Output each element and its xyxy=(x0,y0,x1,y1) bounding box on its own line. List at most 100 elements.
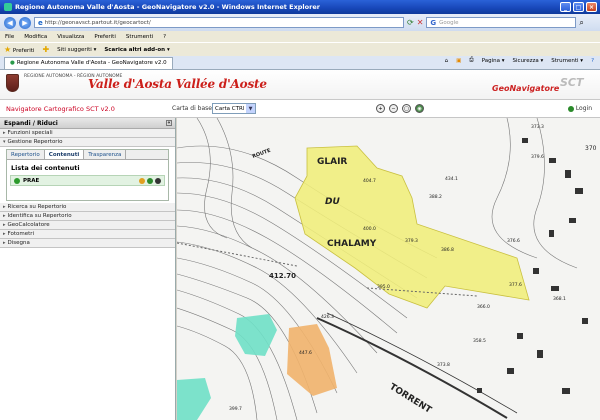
base-map-value: Carta CTRl xyxy=(215,105,245,112)
security-menu[interactable]: Sicurezza ▾ xyxy=(513,58,544,64)
zoom-out-icon[interactable]: − xyxy=(389,104,398,113)
ie-icon xyxy=(4,3,12,11)
search-placeholder: Google xyxy=(439,19,459,26)
elev-label: 379.6 xyxy=(531,154,544,160)
refresh-icon[interactable]: ⟳ xyxy=(407,18,414,27)
app-name: GeoNavigatore xyxy=(492,84,560,93)
elev-label: 386.8 xyxy=(441,247,454,253)
browser-tab[interactable]: ● Regione Autonoma Valle d'Aosta - GeoNa… xyxy=(4,56,173,69)
base-map-select[interactable]: Carta CTRl ▼ xyxy=(212,103,256,114)
menu-visualizza[interactable]: Visualizza xyxy=(57,34,84,40)
elev-label: 395.0 xyxy=(377,284,390,290)
elev-label: 434.1 xyxy=(445,176,458,182)
page-menu[interactable]: Pagina ▾ xyxy=(482,58,505,64)
elev-label: 373.8 xyxy=(437,362,450,368)
search-icon[interactable]: ⌕ xyxy=(579,18,583,28)
maximize-button[interactable]: □ xyxy=(573,2,584,12)
chevron-right-icon: ▸ xyxy=(3,222,6,228)
stop-icon[interactable]: ✕ xyxy=(417,18,424,27)
chevron-right-icon: ▸ xyxy=(3,213,6,219)
print-icon[interactable]: ⎙ xyxy=(469,57,473,64)
fav-item-siti[interactable]: Siti suggeriti ▾ xyxy=(57,47,96,53)
section-label: Identifica su Repertorio xyxy=(7,213,72,219)
menu-help[interactable]: ? xyxy=(163,34,166,40)
add-favorite-icon[interactable]: ✚ xyxy=(42,45,49,54)
elev-label: 388.2 xyxy=(429,194,442,200)
elev-label: 376.6 xyxy=(507,238,520,244)
fav-item-addon[interactable]: Scarica altri add-on ▾ xyxy=(104,47,169,53)
section-label: GeoCalcolatore xyxy=(7,222,50,228)
address-input[interactable]: e http://geonavsct.partout.it/geocartoct… xyxy=(34,17,404,28)
star-icon: ★ xyxy=(4,45,12,54)
section-label: Disegna xyxy=(7,240,30,246)
elev-label: 377.6 xyxy=(509,282,522,288)
menu-file[interactable]: File xyxy=(5,34,14,40)
menu-modifica[interactable]: Modifica xyxy=(24,34,47,40)
section-fotometri[interactable]: ▸ Fotometri xyxy=(0,230,175,239)
tab-repertorio[interactable]: Repertorio xyxy=(7,150,45,159)
url-text: http://geonavsct.partout.it/geocartoct/ xyxy=(44,19,151,26)
layer-visible-icon[interactable] xyxy=(14,177,20,184)
filter-icon[interactable] xyxy=(139,178,145,184)
tab-contenuti[interactable]: Contenuti xyxy=(44,150,85,159)
ie-page-icon: e xyxy=(38,18,43,27)
favorites-button[interactable]: ★ Preferiti xyxy=(4,45,34,54)
search-input[interactable]: G Google xyxy=(426,17,577,28)
list-item[interactable]: PRAE xyxy=(10,175,165,186)
remove-icon[interactable] xyxy=(155,178,161,184)
login-label: Login xyxy=(575,105,592,112)
section-geocalcolatore[interactable]: ▸ GeoCalcolatore xyxy=(0,221,175,230)
window-titlebar: Regione Autonoma Valle d'Aosta - GeoNavi… xyxy=(0,0,600,14)
back-button[interactable]: ◀ xyxy=(4,16,16,29)
navigator-title: Navigatore Cartografico SCT v2.0 xyxy=(6,105,115,113)
feed-icon[interactable]: ▣ xyxy=(456,58,461,64)
user-icon xyxy=(567,105,574,112)
close-button[interactable]: × xyxy=(586,2,597,12)
menu-strumenti[interactable]: Strumenti xyxy=(126,34,153,40)
home-icon[interactable]: ⌂ xyxy=(445,58,449,64)
section-identifica[interactable]: ▸ Identifica su Repertorio xyxy=(0,212,175,221)
browser-tab-bar: ● Regione Autonoma Valle d'Aosta - GeoNa… xyxy=(0,56,600,70)
area-cyan-2[interactable] xyxy=(177,378,211,420)
collapse-icon[interactable]: « xyxy=(166,120,172,126)
repertorio-panel: Repertorio Contenuti Trasparenza Lista d… xyxy=(6,149,169,201)
tab-label: Regione Autonoma Valle d'Aosta - GeoNavi… xyxy=(16,60,167,66)
section-funzioni-speciali[interactable]: ▸ Funzioni speciali xyxy=(0,129,175,138)
base-map-label: Carta di base xyxy=(172,105,212,112)
section-gestione-repertorio[interactable]: ▾ Gestione Repertorio xyxy=(0,138,175,147)
expand-collapse-header[interactable]: Espandi / Riduci « xyxy=(0,118,175,129)
map-svg[interactable]: GLAIR DU CHALAMY TORRENT ROUTE 412.70 40… xyxy=(177,118,600,420)
section-ricerca[interactable]: ▸ Ricerca su Repertorio xyxy=(0,203,175,212)
tab-trasparenza[interactable]: Trasparenza xyxy=(84,150,127,159)
sct-watermark: SCT xyxy=(560,76,584,89)
google-icon: G xyxy=(430,18,437,27)
elev-label: 358.5 xyxy=(473,338,486,344)
chevron-right-icon: ▸ xyxy=(3,130,6,136)
left-sidebar: Espandi / Riduci « ▸ Funzioni speciali ▾ G… xyxy=(0,118,176,420)
area-cyan-1[interactable] xyxy=(235,314,277,356)
map-canvas[interactable]: GLAIR DU CHALAMY TORRENT ROUTE 412.70 40… xyxy=(177,118,600,420)
elev-label: 412.70 xyxy=(269,272,296,280)
help-icon[interactable]: ? xyxy=(591,58,594,64)
info-icon[interactable] xyxy=(147,178,153,184)
section-disegna[interactable]: ▸ Disegna xyxy=(0,239,175,248)
section-label: Fotometri xyxy=(7,231,35,237)
page-favicon: ● xyxy=(10,60,15,66)
chevron-down-icon: ▼ xyxy=(246,104,255,113)
login-button[interactable]: Login xyxy=(567,105,592,112)
region-crest-icon xyxy=(6,74,19,92)
menu-preferiti[interactable]: Preferiti xyxy=(94,34,116,40)
site-header: REGIONE AUTONOMA - RÉGION AUTONOME Valle… xyxy=(0,70,600,100)
full-extent-icon[interactable]: ▢ xyxy=(402,104,411,113)
globe-icon[interactable]: ◉ xyxy=(415,104,424,113)
section-label: Gestione Repertorio xyxy=(7,139,63,145)
address-bar-row: ◀ ▶ e http://geonavsct.partout.it/geocar… xyxy=(0,14,600,31)
zoom-in-icon[interactable]: + xyxy=(376,104,385,113)
list-title: Lista dei contenuti xyxy=(11,164,80,172)
elev-label: 373.3 xyxy=(531,124,544,130)
elev-label: 447.6 xyxy=(299,350,312,356)
minimize-button[interactable]: _ xyxy=(560,2,571,12)
road-edge xyxy=(326,312,518,414)
forward-button[interactable]: ▶ xyxy=(19,16,31,29)
tools-menu[interactable]: Strumenti ▾ xyxy=(551,58,583,64)
